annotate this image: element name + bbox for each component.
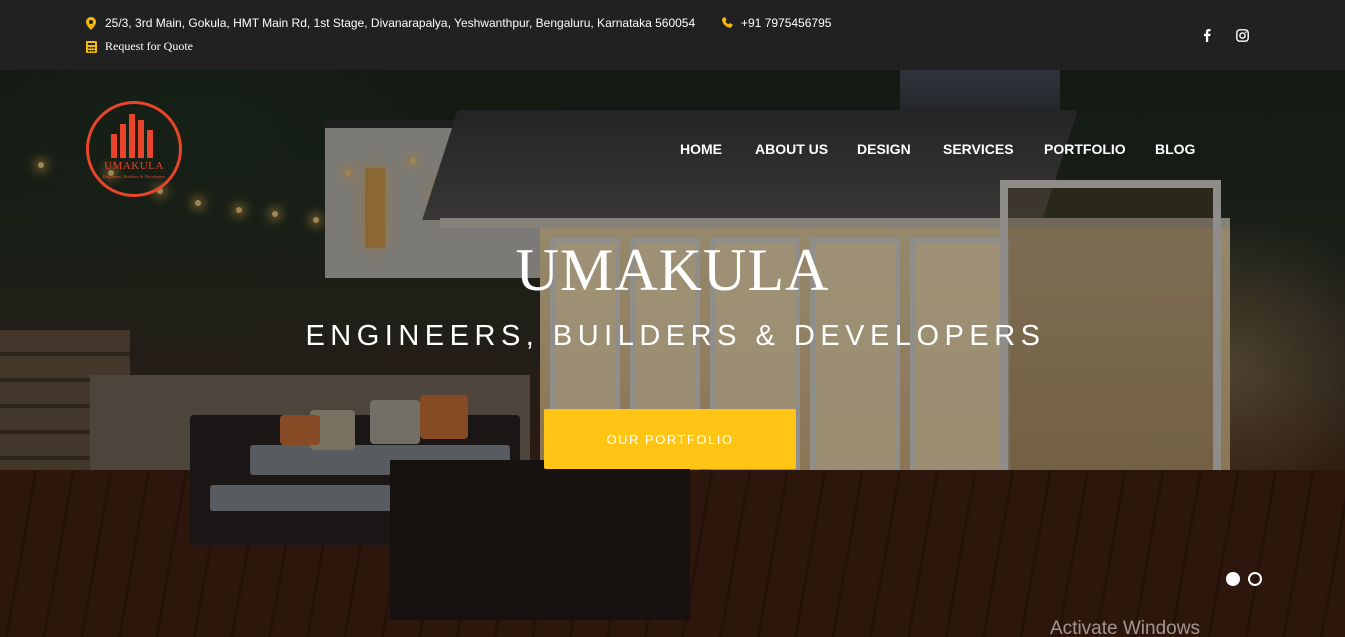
slider-dot-2[interactable] [1248,572,1262,586]
nav-home[interactable]: HOME [680,141,722,157]
our-portfolio-button[interactable]: OUR PORTFOLIO [544,409,796,469]
building-icon [111,114,157,158]
logo-tagline: Engineers, Builders & Developers [103,174,165,179]
phone-icon [720,16,734,30]
nav-blog[interactable]: BLOG [1155,141,1195,157]
hero-subtitle: ENGINEERS, BUILDERS & DEVELOPERS [305,320,1046,352]
map-marker-icon [84,16,98,30]
windows-activation-watermark: Activate Windows [1050,618,1200,637]
nav-services[interactable]: SERVICES [943,141,1014,157]
phone-row[interactable]: +91 7975456795 [720,16,831,30]
facebook-icon[interactable] [1198,26,1216,44]
logo-name: UMAKULA [104,160,164,172]
address-row: 25/3, 3rd Main, Gokula, HMT Main Rd, 1st… [84,16,695,30]
hero-title: UMAKULA [515,237,830,303]
phone-text: +91 7975456795 [741,16,832,30]
slider-dot-1-active[interactable] [1226,572,1240,586]
address-text: 25/3, 3rd Main, Gokula, HMT Main Rd, 1st… [105,16,696,30]
nav-portfolio[interactable]: PORTFOLIO [1044,141,1126,157]
top-bar: 25/3, 3rd Main, Gokula, HMT Main Rd, 1st… [0,0,1345,70]
quote-link[interactable]: Request for Quote [84,39,193,54]
instagram-icon[interactable] [1233,26,1251,44]
calculator-icon [84,40,98,54]
nav-about-us[interactable]: ABOUT US [755,141,828,157]
site-logo[interactable]: UMAKULA Engineers, Builders & Developers [86,101,182,197]
hero-slider: UMAKULA Engineers, Builders & Developers… [0,70,1345,637]
nav-design[interactable]: DESIGN [857,141,911,157]
quote-text: Request for Quote [105,39,193,53]
